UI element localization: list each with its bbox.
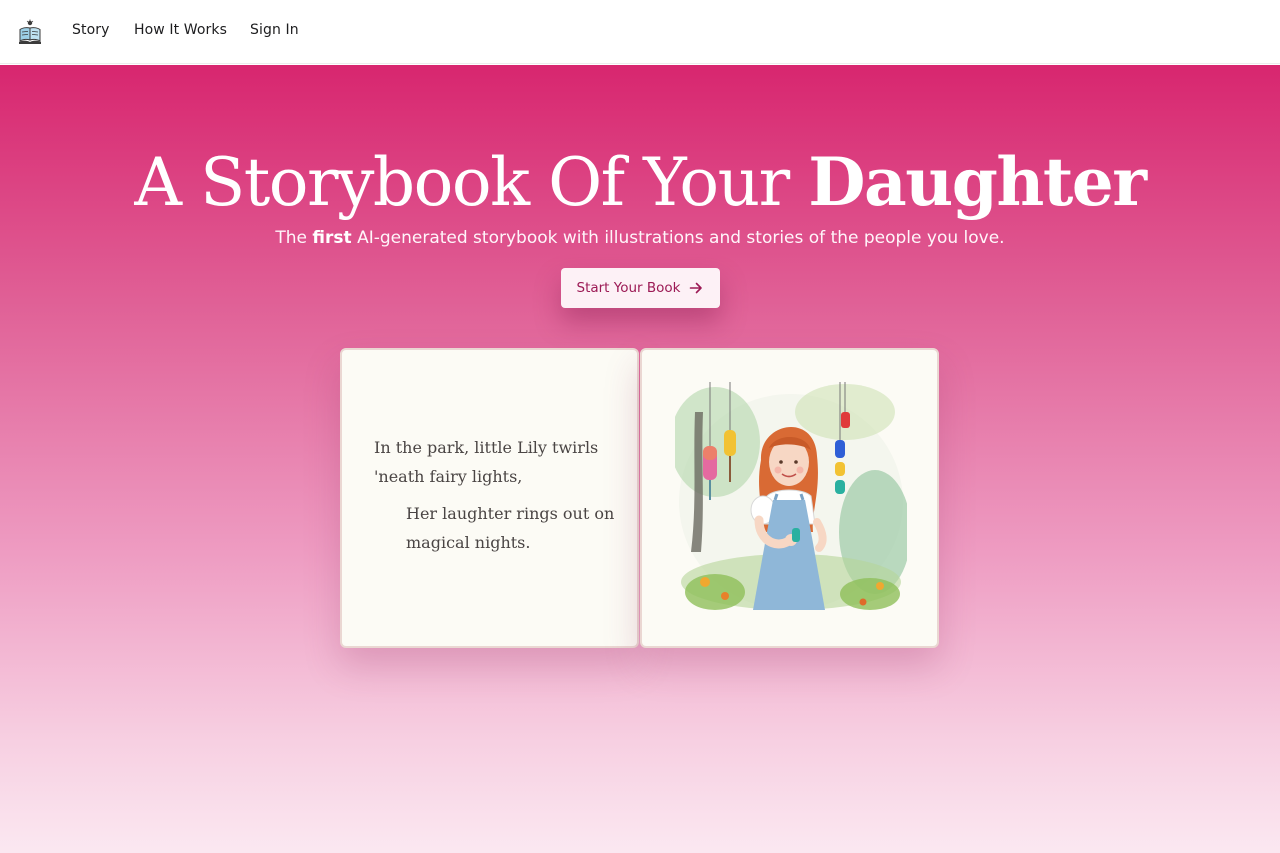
- arrow-right-icon: [688, 280, 704, 296]
- open-book-icon[interactable]: [18, 19, 42, 45]
- hero-subtitle-post: AI-generated storybook with illustration…: [357, 228, 1005, 248]
- story-illustration: [670, 382, 911, 614]
- hero-title-light: A Storybook Of Your: [134, 144, 790, 221]
- story-verse-2: Her laughter rings out on magical nights…: [406, 504, 615, 552]
- hero-subtitle: The first AI-generated storybook with il…: [0, 227, 1280, 249]
- hero-title: A Storybook Of Your Daughter: [0, 140, 1280, 225]
- start-your-book-label: Start Your Book: [576, 280, 681, 296]
- book-page-left: In the park, little Lily twirls 'neath f…: [340, 348, 639, 648]
- nav-link-how-it-works[interactable]: How It Works: [134, 22, 227, 38]
- start-your-book-button[interactable]: Start Your Book: [561, 268, 720, 308]
- hero-title-bold: Daughter: [808, 143, 1147, 221]
- nav-link-story[interactable]: Story: [72, 22, 109, 38]
- nav-link-sign-in[interactable]: Sign In: [250, 22, 299, 38]
- top-navbar: Story How It Works Sign In: [0, 0, 1280, 64]
- hero-subtitle-pre: The: [275, 228, 308, 248]
- hero-subtitle-bold: first: [312, 228, 352, 248]
- book-page-right: [640, 348, 939, 648]
- story-verse-1: In the park, little Lily twirls 'neath f…: [374, 438, 599, 486]
